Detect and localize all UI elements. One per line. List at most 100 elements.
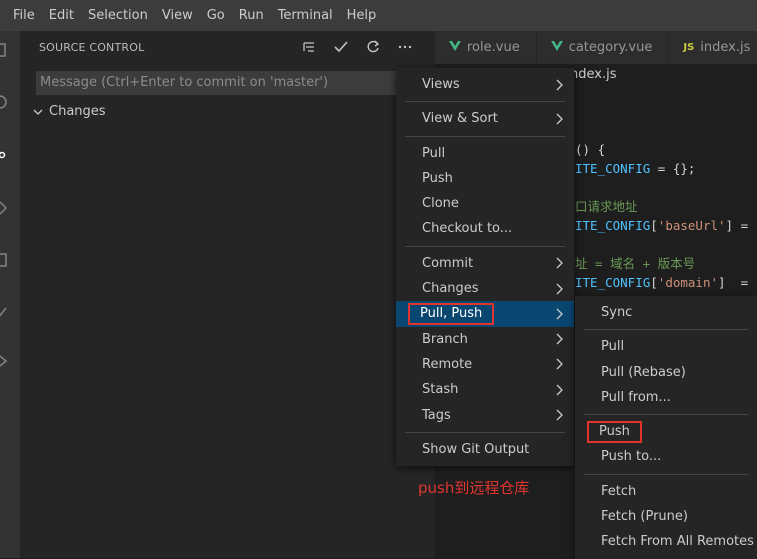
submenu-item-push[interactable]: Push — [575, 419, 757, 444]
menu-separator — [584, 414, 748, 416]
menu-item-label: Fetch From All Remotes — [601, 534, 754, 550]
code-line: () { — [575, 142, 606, 157]
menu-item-label: Pull (Rebase) — [601, 364, 686, 380]
menu-view[interactable]: View — [155, 0, 200, 31]
menu-item-label: Pull, Push — [408, 303, 495, 326]
changes-section-header[interactable]: Changes — [33, 104, 106, 119]
menu-edit[interactable]: Edit — [42, 0, 81, 31]
menu-item-remote[interactable]: Remote — [396, 352, 574, 377]
menu-item-label: Changes — [422, 281, 479, 297]
chevron-right-icon[interactable] — [0, 354, 8, 368]
menu-item-pull-push[interactable]: Pull, Push — [396, 301, 574, 327]
submenu-item-fetch-prune[interactable]: Fetch (Prune) — [575, 504, 757, 529]
chevron-right-icon — [556, 251, 564, 276]
submenu-item-sync[interactable]: Sync — [575, 300, 757, 325]
menu-item-commit[interactable]: Commit — [396, 251, 574, 276]
refresh-icon[interactable] — [361, 36, 385, 58]
menu-item-tags[interactable]: Tags — [396, 403, 574, 428]
vue-file-icon — [449, 40, 461, 55]
extensions-icon[interactable] — [0, 253, 8, 267]
menu-item-push[interactable]: Push — [396, 166, 574, 191]
menu-go[interactable]: Go — [200, 0, 232, 31]
more-actions-icon[interactable] — [393, 36, 417, 58]
menu-item-label: Push — [422, 170, 453, 186]
submenu-item-fetch[interactable]: Fetch — [575, 479, 757, 504]
menu-item-label: View & Sort — [422, 111, 498, 127]
code-line: ITE_CONFIG = {}; — [575, 161, 696, 176]
view-as-tree-icon[interactable] — [297, 36, 321, 58]
remote-explorer-icon[interactable] — [0, 306, 8, 320]
activity-bar — [0, 31, 20, 558]
menu-item-stash[interactable]: Stash — [396, 377, 574, 402]
submenu-item-pull-rebase[interactable]: Pull (Rebase) — [575, 360, 757, 385]
menu-item-label: Tags — [422, 407, 451, 423]
source-control-icon[interactable] — [0, 148, 8, 162]
chevron-right-icon — [556, 72, 564, 97]
code-line: 址 = 域名 + 版本号 — [575, 256, 696, 271]
code-line: ITE_CONFIG['baseUrl'] = — [575, 218, 749, 233]
menu-item-show-git-output[interactable]: Show Git Output — [396, 437, 574, 462]
menu-item-label: Pull — [601, 339, 625, 355]
chevron-down-icon — [33, 109, 43, 115]
js-file-icon: JS — [683, 42, 695, 53]
tab-index-js[interactable]: JS index.js — [669, 31, 757, 64]
menu-separator — [405, 101, 565, 103]
code-line: 口请求地址 — [575, 199, 638, 214]
menu-item-pull[interactable]: Pull — [396, 141, 574, 166]
menu-separator — [584, 473, 748, 475]
menu-item-label: Pull — [422, 145, 446, 161]
menu-item-label: Views — [422, 77, 460, 92]
menu-run[interactable]: Run — [232, 0, 271, 31]
pull-push-submenu: Sync Pull Pull (Rebase) Pull from... Push Pus… — [575, 296, 757, 559]
annotation-text: push到远程仓库 — [418, 479, 530, 497]
menu-item-label: Clone — [422, 196, 459, 212]
chevron-right-icon — [556, 106, 564, 131]
menu-item-label: Checkout to... — [422, 221, 513, 237]
menu-item-label: Fetch — [601, 483, 637, 499]
explorer-icon[interactable] — [0, 43, 8, 57]
menu-selection[interactable]: Selection — [81, 0, 155, 31]
commit-message-input[interactable]: Message (Ctrl+Enter to commit on 'master… — [36, 71, 414, 95]
menu-separator — [405, 431, 565, 433]
chevron-right-icon — [556, 327, 564, 352]
menu-item-changes[interactable]: Changes — [396, 276, 574, 301]
menu-separator — [405, 135, 565, 137]
search-icon[interactable] — [0, 95, 8, 109]
breadcrumb[interactable]: ndex.js — [570, 64, 757, 86]
commit-check-icon[interactable] — [329, 36, 353, 58]
menu-item-checkout-to[interactable]: Checkout to... — [396, 216, 574, 241]
chevron-right-icon — [556, 377, 564, 402]
menu-item-label: Commit — [422, 255, 474, 271]
code-line: ITE_CONFIG['domain'] = — [575, 275, 749, 290]
menu-terminal[interactable]: Terminal — [271, 0, 340, 31]
tab-label: index.js — [700, 40, 751, 55]
menu-file[interactable]: File — [0, 0, 42, 31]
chevron-right-icon — [556, 301, 564, 326]
code-editor[interactable]: () { ITE_CONFIG = {}; 口请求地址 ITE_CONFIG['bas… — [575, 140, 757, 292]
submenu-item-fetch-from-all-remotes[interactable]: Fetch From All Remotes — [575, 529, 757, 554]
submenu-item-pull[interactable]: Pull — [575, 334, 757, 359]
menu-help[interactable]: Help — [340, 0, 384, 31]
menu-item-clone[interactable]: Clone — [396, 191, 574, 216]
menu-item-label: Fetch (Prune) — [601, 509, 688, 525]
tab-label: role.vue — [467, 40, 520, 55]
menu-item-views[interactable]: Views — [396, 72, 574, 97]
source-control-more-menu: Views View & Sort Pull Push Clone Checkout to… — [396, 68, 574, 467]
menu-separator — [405, 245, 565, 247]
menu-item-label: Push to... — [601, 449, 662, 465]
menu-bar: File Edit Selection View Go Run Terminal Help — [0, 0, 757, 31]
menu-item-label: Stash — [422, 382, 459, 398]
submenu-item-pull-from[interactable]: Pull from... — [575, 385, 757, 410]
tab-role-vue[interactable]: role.vue — [435, 31, 537, 64]
tab-category-vue[interactable]: category.vue — [536, 31, 670, 64]
menu-item-branch[interactable]: Branch — [396, 327, 574, 352]
menu-item-label: Remote — [422, 356, 473, 372]
menu-item-label: Pull from... — [601, 389, 671, 405]
submenu-item-push-to[interactable]: Push to... — [575, 444, 757, 469]
menu-separator — [584, 329, 748, 331]
menu-item-view-sort[interactable]: View & Sort — [396, 106, 574, 131]
changes-label: Changes — [49, 104, 106, 119]
run-debug-icon[interactable] — [0, 201, 8, 215]
menu-item-label: Push — [587, 421, 642, 444]
